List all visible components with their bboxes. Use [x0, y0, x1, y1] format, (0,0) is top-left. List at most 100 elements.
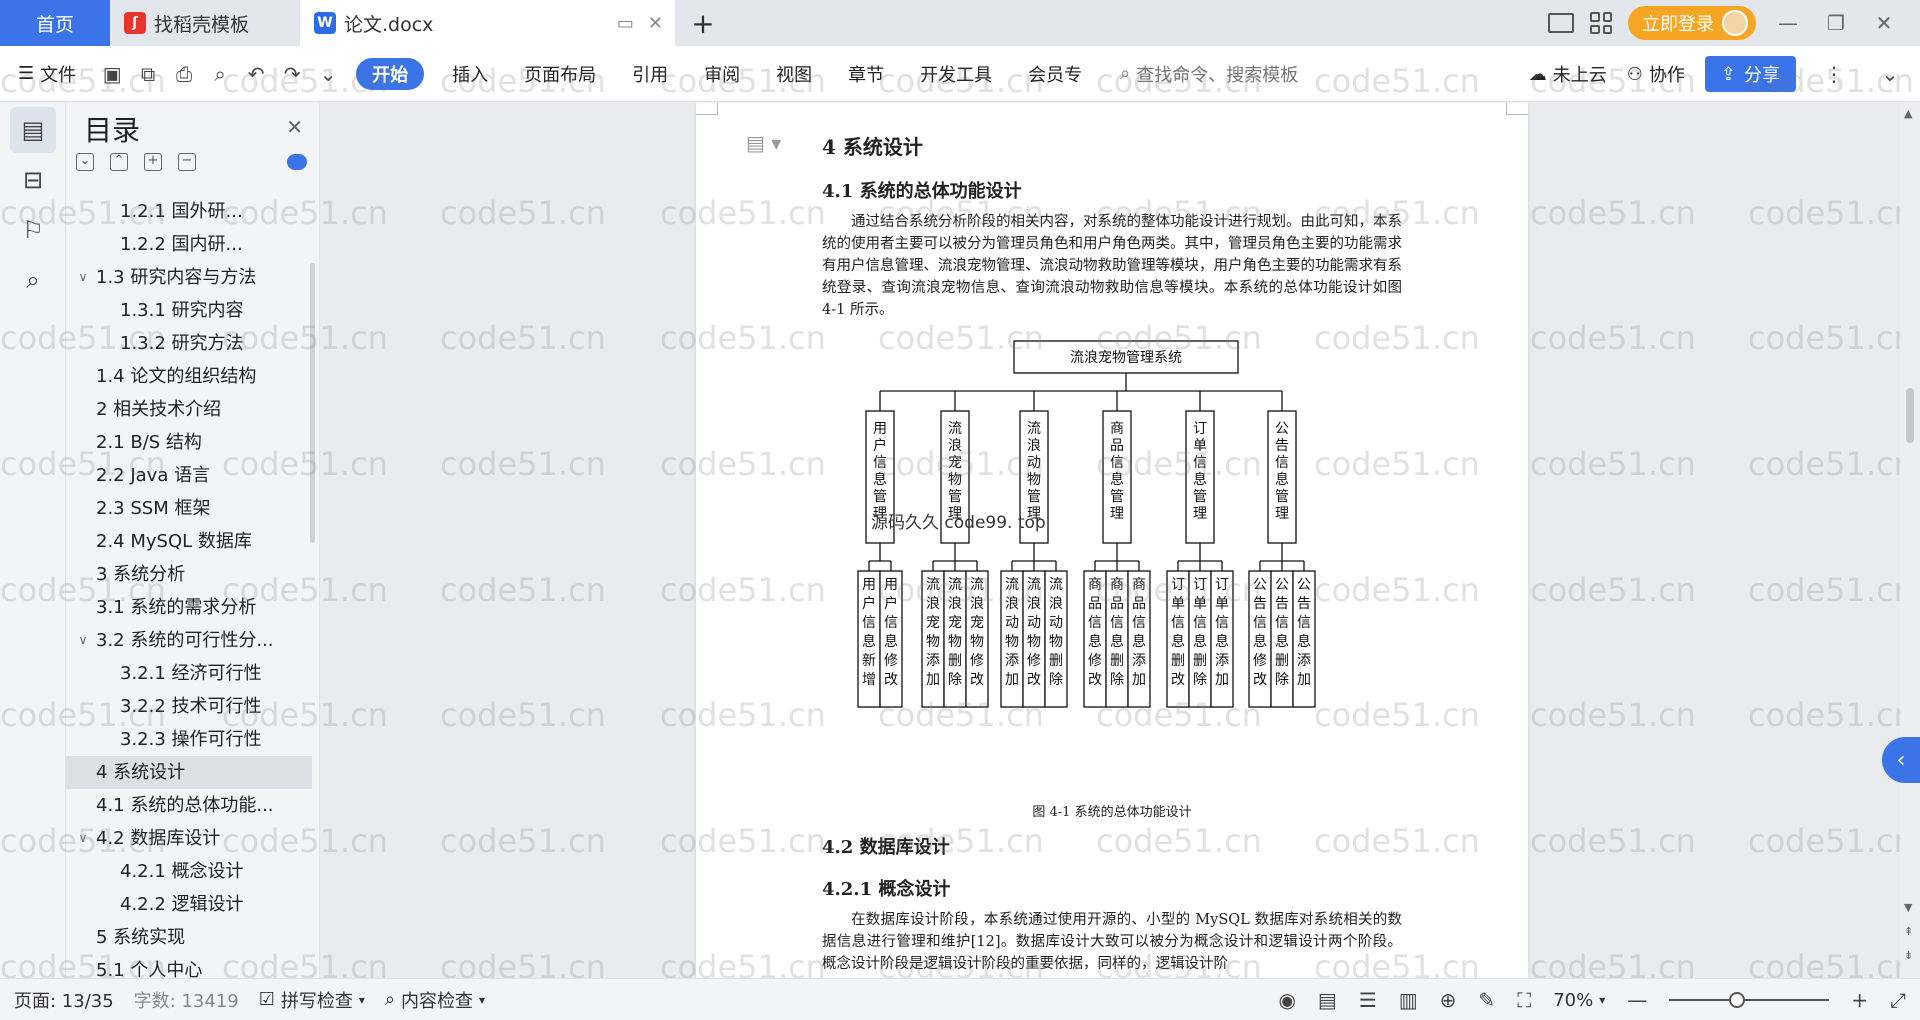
tab-dev-tools[interactable]: 开发工具 [902, 46, 1010, 102]
tab-chapter[interactable]: 章节 [830, 46, 902, 102]
zoom-level[interactable]: 70% ▾ [1553, 990, 1605, 1011]
file-menu[interactable]: ☰ 文件 [0, 46, 94, 102]
new-tab-button[interactable]: + [675, 0, 731, 46]
outline-item[interactable]: 2.4 MySQL 数据库 [66, 525, 312, 558]
page-options-icon[interactable]: ▤ ▾ [746, 131, 781, 155]
collapse-caret-icon[interactable]: ∨ [74, 822, 92, 855]
cloud-status[interactable]: ☁ 未上云 [1529, 46, 1607, 102]
save-icon[interactable]: ▣ [100, 62, 124, 86]
outline-item[interactable]: 1.2.1 国外研... [66, 195, 312, 228]
outline-item[interactable]: 2.2 Java 语言 [66, 459, 312, 492]
scroll-up-icon[interactable]: ▲ [1904, 107, 1912, 120]
zoom-slider[interactable] [1669, 992, 1830, 1008]
tab-review[interactable]: 审阅 [686, 46, 758, 102]
zoom-out-icon[interactable]: — [1627, 988, 1647, 1012]
next-page-icon[interactable]: ⇟ [1904, 949, 1913, 962]
scroll-down-icon[interactable]: ▼ [1904, 901, 1912, 914]
outline-item[interactable]: 4 系统设计 [66, 756, 312, 789]
web-view-icon[interactable]: ⊕ [1440, 988, 1457, 1012]
zoom-slider-knob[interactable] [1729, 992, 1746, 1008]
tab-member[interactable]: 会员专 [1010, 46, 1100, 102]
outline-item[interactable]: ∨ 1.3 研究内容与方法 [66, 261, 312, 294]
outline-item[interactable]: 2.1 B/S 结构 [66, 426, 312, 459]
command-search[interactable]: ⌕ 查找命令、搜索模板 [1120, 61, 1298, 87]
apps-grid-icon[interactable] [1590, 12, 1612, 34]
outline-item[interactable]: 1.4 论文的组织结构 [66, 360, 312, 393]
print-icon[interactable]: ⎙ [172, 62, 196, 86]
more-vertical-icon[interactable]: ⋮ [1822, 62, 1846, 86]
scroll-thumb[interactable] [1906, 388, 1914, 443]
content-check-button[interactable]: ⌕ 内容检查 ▾ [385, 987, 485, 1013]
fit-page-icon[interactable]: ⛶ [1517, 988, 1531, 1012]
function-node-label: 浪 [926, 596, 940, 612]
tab-document[interactable]: W 论文.docx ▭ ✕ [300, 0, 675, 46]
minimize-icon[interactable]: — [1772, 11, 1804, 35]
outline-scrollbar[interactable] [310, 263, 315, 543]
redo-icon[interactable]: ↷ [280, 62, 304, 86]
share-button[interactable]: ⇪ 分享 [1704, 56, 1796, 92]
tab-home[interactable]: 首页 [0, 0, 110, 46]
word-count[interactable]: 字数: 13419 [134, 987, 239, 1013]
bookmark-icon[interactable]: ⚐ [10, 207, 56, 253]
outline-item[interactable]: 2 相关技术介绍 [66, 393, 312, 426]
fullscreen-icon[interactable]: ⤢ [1890, 988, 1906, 1012]
expand-all-icon[interactable]: ⌄ [76, 153, 94, 171]
zoom-in-icon[interactable]: + [1851, 988, 1868, 1012]
eye-protect-icon[interactable]: ◉ [1278, 988, 1295, 1012]
outline-item[interactable]: 1.3.2 研究方法 [66, 327, 312, 360]
outline-item[interactable]: 3.2.1 经济可行性 [66, 657, 312, 690]
collapse-caret-icon[interactable]: ∨ [74, 261, 92, 294]
outline-item[interactable]: 5 系统实现 [66, 921, 312, 954]
export-pdf-icon[interactable]: ⧉ [136, 62, 160, 86]
page-view-icon[interactable]: ▤ [1318, 988, 1337, 1012]
document-page[interactable]: ▤ ▾ 4 系统设计 4.1 系统的总体功能设计 通过结合系统分析阶段的相关内容… [696, 103, 1528, 978]
outline-item[interactable]: 3.2.3 操作可行性 [66, 723, 312, 756]
prev-page-icon[interactable]: ⇞ [1904, 925, 1913, 938]
tab-reference[interactable]: 引用 [614, 46, 686, 102]
tab-start[interactable]: 开始 [356, 57, 425, 90]
layout-icon[interactable] [1548, 13, 1574, 33]
more-chevron-icon[interactable]: ⌄ [316, 62, 340, 86]
add-heading-icon[interactable]: + [144, 153, 162, 171]
collab-button[interactable]: ⚇ 协作 [1627, 46, 1685, 102]
collapse-caret-icon[interactable]: ∨ [74, 624, 92, 657]
function-node-label: 增 [862, 672, 876, 688]
chapter-nav-icon[interactable]: ⊟ [10, 157, 56, 203]
print-preview-icon[interactable]: ⌕ [208, 62, 232, 86]
undo-icon[interactable]: ↶ [244, 62, 268, 86]
outline-item[interactable]: 4.2.1 概念设计 [66, 855, 312, 888]
outline-item[interactable]: 1.3.1 研究内容 [66, 294, 312, 327]
tab-layout[interactable]: 页面布局 [506, 46, 614, 102]
collapse-all-icon[interactable]: ⌃ [110, 153, 128, 171]
tab-template[interactable]: ʃ 找稻壳模板 [110, 0, 300, 46]
spell-check-button[interactable]: ☑ 拼写检查 ▾ [259, 987, 365, 1013]
outline-view-icon[interactable]: ☰ [1359, 988, 1377, 1012]
login-button[interactable]: 立即登录 [1628, 6, 1756, 40]
ai-assistant-icon[interactable] [287, 154, 307, 170]
outline-item[interactable]: ∨ 4.2 数据库设计 [66, 822, 312, 855]
tab-insert[interactable]: 插入 [434, 46, 506, 102]
outline-item[interactable]: 3.1 系统的需求分析 [66, 591, 312, 624]
close-icon[interactable]: ✕ [286, 115, 303, 139]
remove-heading-icon[interactable]: − [178, 153, 196, 171]
tab-view[interactable]: 视图 [758, 46, 830, 102]
pen-icon[interactable]: ✎ [1478, 988, 1495, 1012]
collapse-ribbon-icon[interactable]: ⌄ [1878, 62, 1902, 86]
outline-item[interactable]: 4.2.2 逻辑设计 [66, 888, 312, 921]
tab-window-icon[interactable]: ▭ [617, 13, 634, 34]
outline-item[interactable]: 1.2.2 国内研... [66, 228, 312, 261]
outline-icon[interactable]: ▤ [10, 107, 56, 153]
vertical-scrollbar[interactable]: ▲ ▼ ⇞ ⇟ [1900, 103, 1920, 978]
find-icon[interactable]: ⌕ [10, 257, 56, 303]
window-close-icon[interactable]: ✕ [1868, 11, 1900, 35]
outline-item[interactable]: ∨ 3.2 系统的可行性分... [66, 624, 312, 657]
tab-close-icon[interactable]: ✕ [648, 13, 663, 34]
outline-item[interactable]: 4.1 系统的总体功能... [66, 789, 312, 822]
outline-item[interactable]: 3.2.2 技术可行性 [66, 690, 312, 723]
outline-item[interactable]: 3 系统分析 [66, 558, 312, 591]
reading-view-icon[interactable]: ▥ [1399, 988, 1418, 1012]
restore-icon[interactable]: ❐ [1820, 11, 1852, 35]
page-indicator[interactable]: 页面: 13/35 [14, 987, 114, 1013]
outline-item[interactable]: 2.3 SSM 框架 [66, 492, 312, 525]
side-panel-toggle-icon[interactable]: ‹ [1882, 737, 1920, 783]
